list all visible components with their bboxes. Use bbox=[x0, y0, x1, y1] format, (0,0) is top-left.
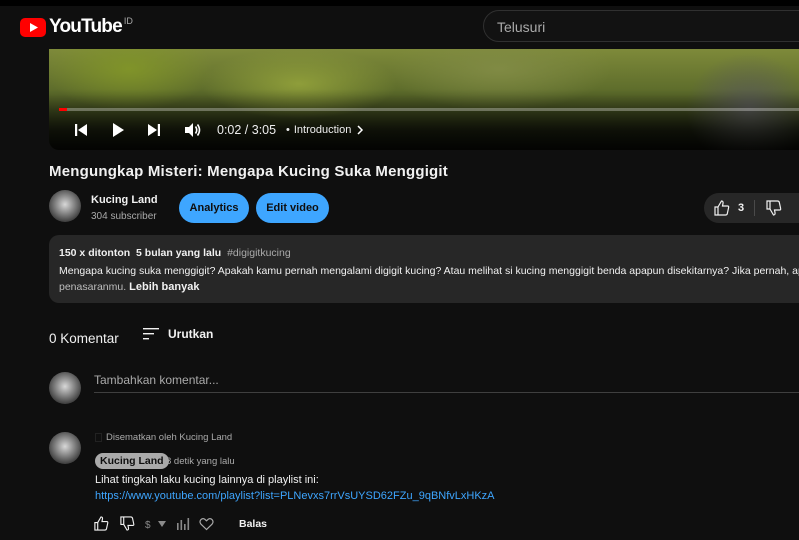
comment-text: Lihat tingkah laku kucing lainnya di pla… bbox=[95, 474, 319, 486]
search-placeholder: Telusuri bbox=[497, 19, 546, 35]
time-display: 0:02 / 3:05 bbox=[217, 123, 277, 137]
like-icon[interactable] bbox=[93, 515, 110, 532]
logo-text: YouTube bbox=[49, 16, 123, 37]
video-title: Mengungkap Misteri: Mengapa Kucing Suka … bbox=[49, 163, 448, 180]
dislike-icon[interactable] bbox=[119, 515, 136, 532]
video-player[interactable]: 0:02 / 3:05 • Introduction bbox=[49, 49, 799, 150]
like-button[interactable]: 3 bbox=[713, 199, 744, 217]
analytics-button[interactable]: Analytics bbox=[179, 193, 249, 223]
svg-text:$: $ bbox=[145, 520, 151, 530]
previous-icon[interactable] bbox=[71, 120, 91, 140]
edit-video-button[interactable]: Edit video bbox=[256, 193, 329, 223]
chapter-button[interactable]: • Introduction bbox=[286, 124, 364, 136]
progress-bar[interactable] bbox=[59, 108, 799, 111]
comment-timestamp[interactable]: 8 detik yang lalu bbox=[166, 456, 235, 467]
pinned-text: Disematkan oleh Kucing Land bbox=[106, 432, 233, 443]
sort-icon bbox=[143, 327, 159, 341]
upload-age: 5 bulan yang lalu bbox=[136, 247, 222, 259]
like-divider bbox=[754, 200, 755, 216]
channel-name[interactable]: Kucing Land bbox=[91, 194, 158, 206]
like-icon bbox=[713, 199, 731, 217]
add-comment-input[interactable]: Tambahkan komentar... bbox=[94, 373, 219, 387]
pinned-label: Disematkan oleh Kucing Land bbox=[95, 432, 232, 443]
pin-icon bbox=[95, 433, 102, 442]
view-count: 150 x ditonton bbox=[59, 247, 131, 259]
user-avatar bbox=[49, 372, 81, 404]
dislike-icon bbox=[765, 199, 783, 217]
country-code: ID bbox=[123, 16, 133, 26]
window-top-strip bbox=[0, 0, 799, 6]
sort-button[interactable]: Urutkan bbox=[143, 327, 213, 341]
dislike-button[interactable] bbox=[765, 199, 783, 217]
description-box[interactable]: 150 x ditonton 5 bulan yang lalu #digigi… bbox=[49, 235, 799, 303]
channel-avatar[interactable] bbox=[49, 190, 81, 222]
description-line-1: Mengapa kucing suka menggigit? Apakah ka… bbox=[59, 265, 799, 277]
like-count: 3 bbox=[738, 202, 745, 214]
heart-icon[interactable] bbox=[199, 517, 214, 531]
add-comment-underline bbox=[94, 392, 799, 393]
description-meta: 150 x ditonton 5 bulan yang lalu #digigi… bbox=[59, 247, 291, 259]
chapter-dot: • bbox=[286, 124, 290, 136]
comment-playlist-link[interactable]: https://www.youtube.com/playlist?list=PL… bbox=[95, 490, 495, 502]
youtube-logo[interactable]: YouTube ID bbox=[20, 16, 133, 38]
comment-author-chip[interactable]: Kucing Land bbox=[95, 453, 169, 469]
description-line-2: penasaranmu. bbox=[59, 281, 127, 293]
comment-author-avatar[interactable] bbox=[49, 432, 81, 464]
next-icon[interactable] bbox=[144, 120, 164, 140]
chapter-title: Introduction bbox=[293, 124, 352, 136]
comment-actions: $ Balas bbox=[93, 515, 276, 532]
show-more-button[interactable]: Lebih banyak bbox=[129, 279, 199, 295]
progress-bar-fill bbox=[59, 108, 67, 111]
chevron-right-icon bbox=[356, 125, 364, 135]
reply-button[interactable]: Balas bbox=[239, 518, 267, 530]
subscriber-count: 304 subscriber bbox=[91, 211, 157, 222]
youtube-logo-icon bbox=[20, 17, 46, 37]
description-text: Mengapa kucing suka menggigit? Apakah ka… bbox=[59, 263, 799, 295]
volume-icon[interactable] bbox=[182, 120, 202, 140]
play-icon[interactable] bbox=[108, 120, 128, 140]
sort-label: Urutkan bbox=[168, 327, 214, 341]
analytics-icon[interactable] bbox=[176, 517, 190, 531]
like-dislike-group: 3 bbox=[704, 193, 799, 223]
comments-count: 0 Komentar bbox=[49, 331, 119, 346]
thanks-icon[interactable]: $ bbox=[145, 518, 167, 530]
hashtag-link[interactable]: #digigitkucing bbox=[227, 247, 291, 259]
search-input[interactable]: Telusuri bbox=[483, 10, 799, 42]
